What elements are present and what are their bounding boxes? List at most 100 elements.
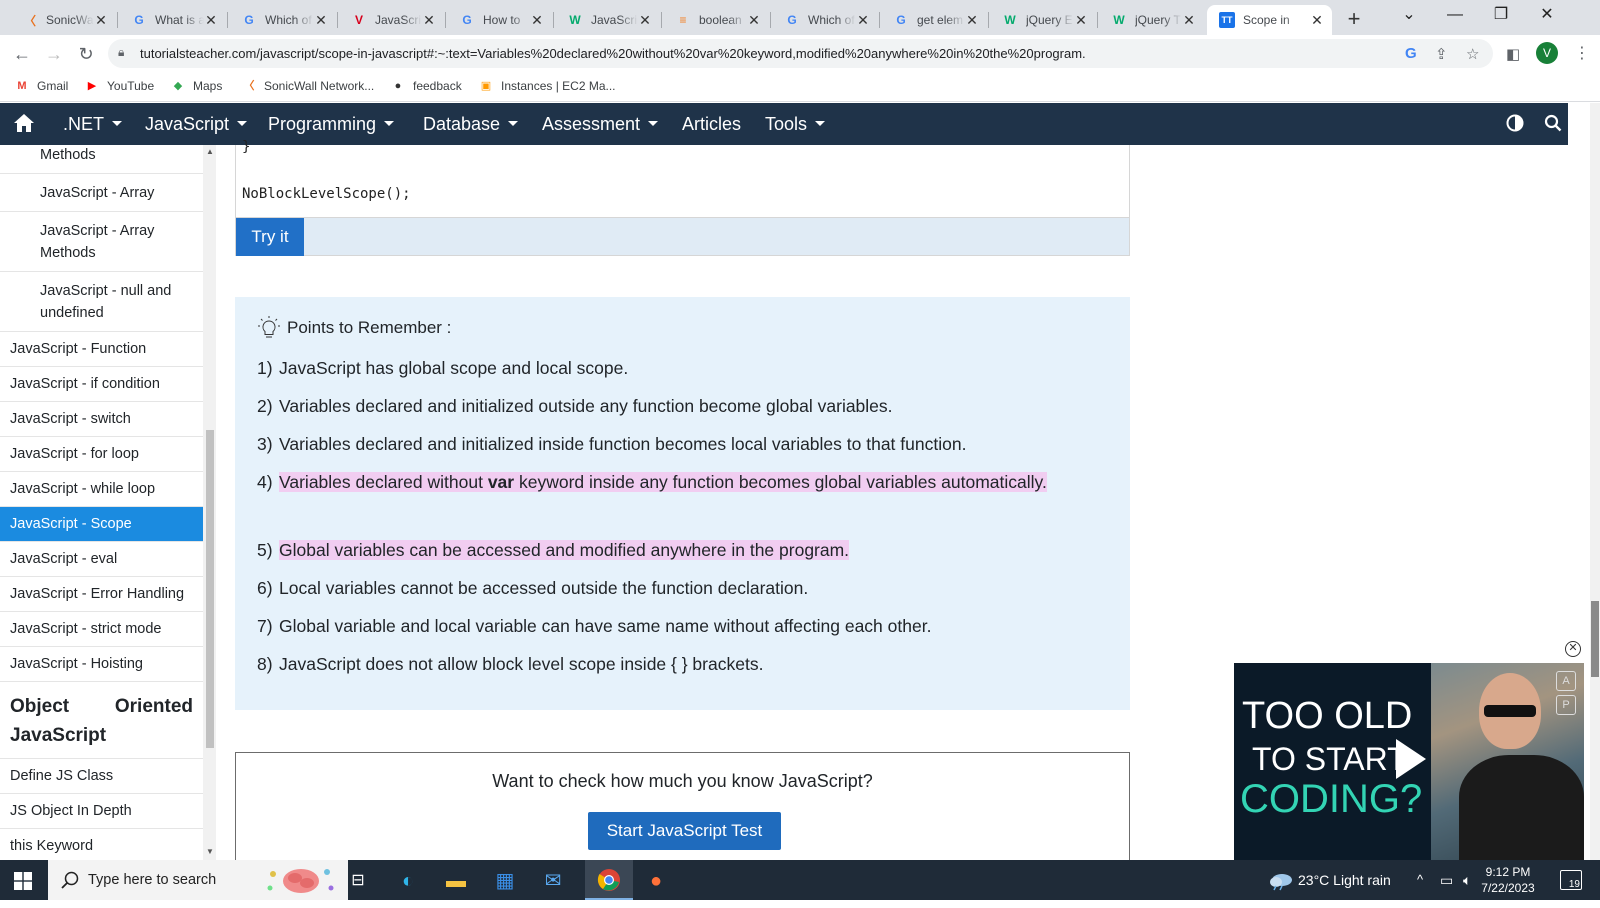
firefox-icon[interactable]: ●	[643, 868, 669, 894]
browser-tab-title[interactable]: Scope in	[1243, 13, 1310, 27]
close-tab-icon[interactable]: ✕	[1074, 12, 1088, 29]
nav-menu-net[interactable]: .NET	[63, 114, 123, 135]
browser-tab-title[interactable]: SonicWall	[46, 13, 94, 27]
sidebar-item[interactable]: this Keyword	[0, 829, 203, 860]
close-tab-icon[interactable]: ✕	[204, 12, 218, 29]
sidebar-item[interactable]: JavaScript - Hoisting	[0, 647, 203, 682]
bookmark-label[interactable]: SonicWall Network...	[264, 79, 374, 93]
bookmark-label[interactable]: Instances | EC2 Ma...	[501, 79, 616, 93]
browser-tab-title[interactable]: jQuery T	[1135, 13, 1182, 27]
close-tab-icon[interactable]: ✕	[94, 12, 108, 29]
bookmark-item[interactable]: ◆ Maps	[170, 78, 223, 94]
share-icon[interactable]: ⇪	[1435, 45, 1448, 63]
reload-icon[interactable]: ↻	[74, 42, 98, 66]
contrast-toggle-icon[interactable]	[1506, 114, 1524, 132]
side-panel-icon[interactable]: ◧	[1506, 45, 1520, 63]
sidebar-item[interactable]: JavaScript - Scope	[0, 507, 203, 542]
bookmark-label[interactable]: Maps	[193, 79, 222, 93]
page-scrollbar[interactable]	[1590, 103, 1600, 860]
bookmark-label[interactable]: feedback	[413, 79, 462, 93]
browser-tab[interactable]: TT Scope in ✕	[1207, 5, 1332, 35]
browser-tab-title[interactable]: boolean	[699, 13, 747, 27]
notification-center-icon[interactable]: 19	[1560, 870, 1582, 890]
close-tab-icon[interactable]: ✕	[856, 12, 870, 29]
nav-menu-label[interactable]: Articles	[682, 114, 741, 134]
page-scroll-thumb[interactable]	[1591, 601, 1599, 677]
browser-tab-title[interactable]: What is a	[155, 13, 204, 27]
close-tab-icon[interactable]: ✕	[1182, 12, 1196, 29]
google-lens-icon[interactable]: G	[1405, 45, 1417, 62]
sidebar-item[interactable]: Methods	[0, 145, 203, 174]
browser-tab[interactable]: V JavaScript✕	[339, 5, 444, 35]
sidebar-item[interactable]: JavaScript - strict mode	[0, 612, 203, 647]
weather-rain-icon[interactable]	[1267, 871, 1295, 891]
play-icon[interactable]	[1396, 739, 1426, 779]
close-tab-icon[interactable]: ✕	[747, 12, 761, 29]
bookmark-item[interactable]: 〈 SonicWall Network...	[241, 78, 375, 94]
lock-icon[interactable]: 🔒︎	[118, 45, 124, 60]
close-window-button[interactable]: ✕	[1524, 2, 1570, 28]
sidebar-item[interactable]: JavaScript - switch	[0, 402, 203, 437]
dropdown-caret-icon[interactable]	[508, 120, 519, 126]
search-highlight-brain-icon[interactable]	[261, 864, 339, 896]
bookmark-item[interactable]: ● feedback	[390, 78, 462, 94]
nav-menu-label[interactable]: Database	[423, 114, 500, 134]
sidebar-item[interactable]: JavaScript - eval	[0, 542, 203, 577]
mail-icon[interactable]: ✉	[540, 868, 566, 894]
nav-menu-tools[interactable]: Tools	[765, 114, 826, 135]
scroll-down-arrow-icon[interactable]: ▼	[206, 847, 214, 856]
dropdown-caret-icon[interactable]	[815, 120, 826, 126]
forward-icon[interactable]: →	[42, 42, 66, 66]
try-it-button[interactable]: Try it	[236, 218, 304, 256]
sidebar-item[interactable]: JavaScript - for loop	[0, 437, 203, 472]
sidebar-item[interactable]: JavaScript - null and undefined	[0, 272, 203, 332]
nav-menu-label[interactable]: Programming	[268, 114, 376, 134]
sidebar-item[interactable]: JavaScript - if condition	[0, 367, 203, 402]
start-test-button[interactable]: Start JavaScript Test	[588, 812, 781, 850]
nav-menu-database[interactable]: Database	[423, 114, 519, 135]
close-tab-icon[interactable]: ✕	[314, 12, 328, 29]
dropdown-caret-icon[interactable]	[237, 120, 248, 126]
close-tab-icon[interactable]: ✕	[638, 12, 652, 29]
sidebar-item[interactable]: JS Object In Depth	[0, 794, 203, 829]
bookmark-item[interactable]: M Gmail	[14, 78, 68, 94]
browser-tab[interactable]: ≡ boolean ✕	[663, 5, 769, 35]
taskbar-search[interactable]: Type here to search	[48, 860, 348, 900]
browser-tab[interactable]: G What is a ✕	[119, 5, 226, 35]
translate-icon[interactable]: A	[1556, 671, 1576, 691]
nav-menu-label[interactable]: JavaScript	[145, 114, 229, 134]
close-tab-icon[interactable]: ✕	[422, 12, 436, 29]
browser-tab-title[interactable]: Which of	[265, 13, 314, 27]
sidebar-item[interactable]: JavaScript - Array	[0, 174, 203, 212]
browser-tab[interactable]: G Which of ✕	[772, 5, 878, 35]
nav-menu-label[interactable]: .NET	[63, 114, 104, 134]
scroll-up-arrow-icon[interactable]: ▲	[206, 147, 214, 156]
bookmark-label[interactable]: YouTube	[107, 79, 154, 93]
show-hidden-icons-icon[interactable]: ^	[1417, 872, 1423, 887]
browser-tab-title[interactable]: How to	[483, 13, 530, 27]
video-ad[interactable]: TOO OLD TO START CODING? A P	[1234, 663, 1584, 860]
close-tab-icon[interactable]: ✕	[530, 12, 544, 29]
url-omnibox[interactable]: 🔒︎ tutorialsteacher.com/javascript/scope…	[108, 39, 1493, 68]
profile-avatar[interactable]: V	[1536, 42, 1558, 64]
nav-menu-label[interactable]: Tools	[765, 114, 807, 134]
sidebar-item[interactable]: JavaScript - Function	[0, 332, 203, 367]
minimize-button[interactable]: —	[1432, 2, 1478, 28]
browser-tab-title[interactable]: JavaScript	[375, 13, 422, 27]
nav-menu-label[interactable]: Assessment	[542, 114, 640, 134]
browser-tab[interactable]: G Which of ✕	[229, 5, 336, 35]
close-tab-icon[interactable]: ✕	[965, 12, 979, 29]
url-text[interactable]: tutorialsteacher.com/javascript/scope-in…	[140, 46, 1086, 61]
nav-menu-javascript[interactable]: JavaScript	[145, 114, 248, 135]
back-icon[interactable]: ←	[10, 42, 34, 66]
sidebar-item[interactable]: JavaScript - Array Methods	[0, 212, 203, 272]
browser-tab[interactable]: Gget elem ✕	[881, 5, 987, 35]
file-explorer-icon[interactable]: ▬	[443, 868, 469, 894]
bookmark-item[interactable]: ▶ YouTube	[84, 78, 154, 94]
task-view-icon[interactable]: ⊟	[345, 868, 371, 894]
dropdown-caret-icon[interactable]	[648, 120, 659, 126]
dropdown-caret-icon[interactable]	[112, 120, 123, 126]
close-tab-icon[interactable]: ✕	[1310, 12, 1324, 29]
network-icon[interactable]: ▭	[1440, 872, 1453, 889]
browser-tab-title[interactable]: JavaScript	[591, 13, 638, 27]
